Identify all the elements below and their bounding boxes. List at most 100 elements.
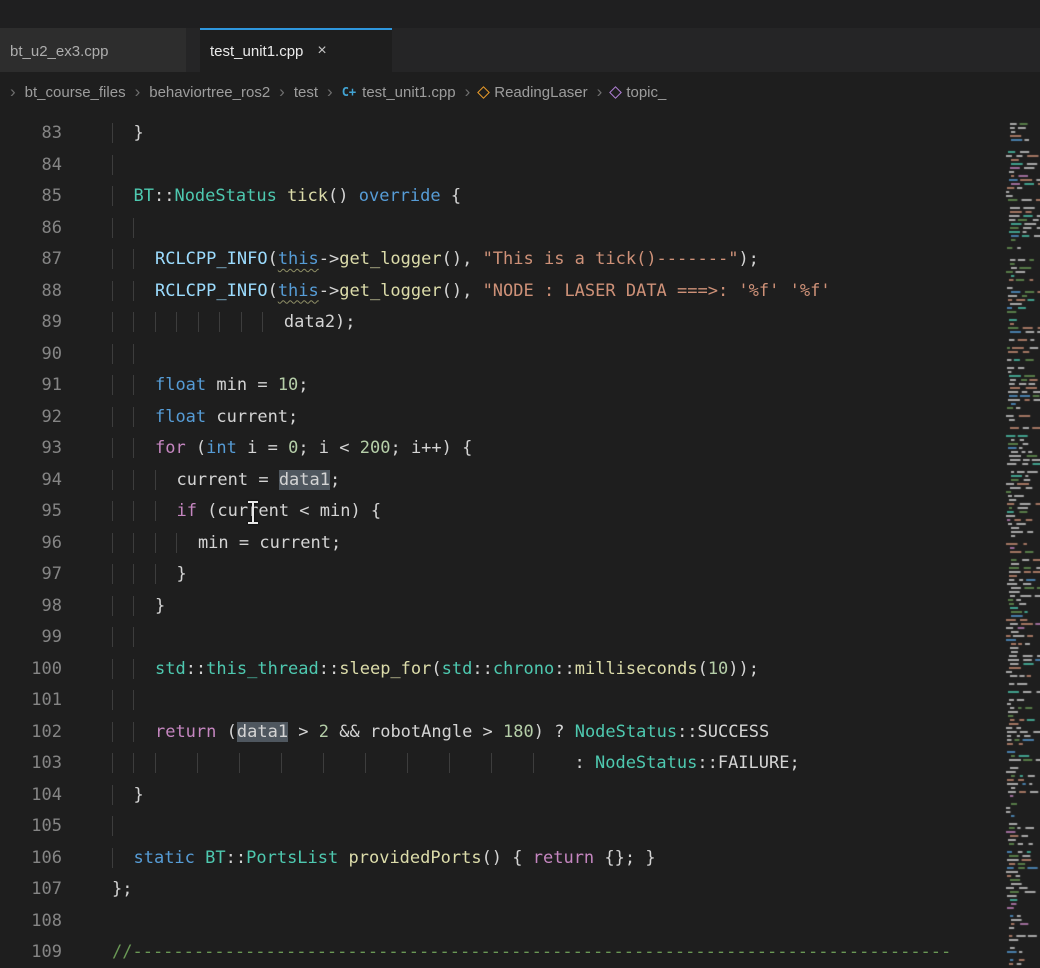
line-number: 109: [0, 937, 62, 968]
code-text: current = data1;: [112, 465, 340, 497]
line-number: 100: [0, 654, 62, 686]
code-text: std::this_thread::sleep_for(std::chrono:…: [112, 654, 759, 686]
line-number: 88: [0, 276, 62, 308]
code-text: [112, 622, 155, 654]
line-number: 86: [0, 213, 62, 245]
breadcrumb: › bt_course_files › behaviortree_ros2 › test ›…: [0, 72, 1040, 112]
code-text: [112, 213, 155, 245]
code-text: }: [112, 118, 144, 150]
code-line-97[interactable]: 97 }: [0, 559, 1040, 591]
code-text: [112, 339, 155, 371]
breadcrumb-item-test[interactable]: test: [294, 84, 318, 101]
chevron-right-icon: ›: [279, 82, 285, 102]
code-line-85[interactable]: 85 BT::NodeStatus tick() override {: [0, 181, 1040, 213]
breadcrumb-item-topic-[interactable]: topic_: [611, 84, 666, 101]
code-line-105[interactable]: 105: [0, 811, 1040, 843]
line-number: 105: [0, 811, 62, 843]
breadcrumb-label: bt_course_files: [25, 84, 126, 101]
line-number: 97: [0, 559, 62, 591]
line-number: 83: [0, 118, 62, 150]
code-line-83[interactable]: 83 }: [0, 118, 1040, 150]
code-line-94[interactable]: 94 current = data1;: [0, 465, 1040, 497]
line-number: 103: [0, 748, 62, 780]
tab-test_unit1.cpp[interactable]: test_unit1.cpp ×: [200, 28, 392, 72]
code-line-103[interactable]: 103 : NodeStatus::FAILURE;: [0, 748, 1040, 780]
code-line-98[interactable]: 98 }: [0, 591, 1040, 623]
tab-bt_u2_ex3.cpp[interactable]: bt_u2_ex3.cpp: [0, 28, 186, 72]
breadcrumb-label: topic_: [626, 84, 666, 101]
chevron-right-icon: ›: [10, 82, 16, 102]
minimap[interactable]: [1005, 112, 1040, 968]
code-text: [112, 811, 133, 843]
line-number: 90: [0, 339, 62, 371]
breadcrumb-item-test-unit1-cpp[interactable]: C+ test_unit1.cpp: [342, 84, 456, 101]
code-text: //--------------------------------------…: [112, 937, 951, 968]
line-number: 106: [0, 843, 62, 875]
breadcrumb-label: test: [294, 84, 318, 101]
code-line-96[interactable]: 96 min = current;: [0, 528, 1040, 560]
line-number: 94: [0, 465, 62, 497]
code-text: min = current;: [112, 528, 341, 560]
code-line-91[interactable]: 91 float min = 10;: [0, 370, 1040, 402]
chevron-right-icon: ›: [597, 82, 603, 102]
code-line-102[interactable]: 102 return (data1 > 2 && robotAngle > 18…: [0, 717, 1040, 749]
code-text: : NodeStatus::FAILURE;: [112, 748, 800, 780]
code-editor[interactable]: 83 }84 85 BT::NodeStatus tick() override…: [0, 112, 1040, 968]
code-line-89[interactable]: 89 data2);: [0, 307, 1040, 339]
line-number: 98: [0, 591, 62, 623]
ibeam-pointer: [246, 500, 260, 526]
tab-bar: bt_u2_ex3.cpp test_unit1.cpp ×: [0, 28, 1040, 72]
cpp-file-icon: C+: [342, 85, 356, 99]
breadcrumb-item-bt-course-files[interactable]: bt_course_files: [25, 84, 126, 101]
line-number: 84: [0, 150, 62, 182]
code-line-90[interactable]: 90: [0, 339, 1040, 371]
breadcrumb-label: behaviortree_ros2: [149, 84, 270, 101]
code-line-104[interactable]: 104 }: [0, 780, 1040, 812]
line-number: 108: [0, 906, 62, 938]
code-line-107[interactable]: 107};: [0, 874, 1040, 906]
line-number: 89: [0, 307, 62, 339]
code-text: float min = 10;: [112, 370, 309, 402]
code-line-86[interactable]: 86: [0, 213, 1040, 245]
line-number: 99: [0, 622, 62, 654]
code-text: }: [112, 591, 165, 623]
code-text: RCLCPP_INFO(this->get_logger(), "NODE : …: [112, 276, 831, 308]
tab-close-icon[interactable]: ×: [315, 42, 328, 60]
tab-label: test_unit1.cpp: [210, 43, 303, 60]
line-number: 92: [0, 402, 62, 434]
code-line-106[interactable]: 106 static BT::PortsList providedPorts()…: [0, 843, 1040, 875]
code-text: };: [112, 874, 132, 906]
code-line-108[interactable]: 108: [0, 906, 1040, 938]
code-text: }: [112, 780, 144, 812]
code-text: [112, 685, 155, 717]
code-text: data2);: [112, 307, 356, 339]
code-line-109[interactable]: 109 //-----------------------------------…: [0, 937, 1040, 968]
line-number: 95: [0, 496, 62, 528]
line-number: 96: [0, 528, 62, 560]
code-line-95[interactable]: 95 if (current < min) {: [0, 496, 1040, 528]
chevron-right-icon: ›: [327, 82, 333, 102]
code-text: static BT::PortsList providedPorts() { r…: [112, 843, 656, 875]
chevron-right-icon: ›: [135, 82, 141, 102]
code-line-101[interactable]: 101: [0, 685, 1040, 717]
code-line-100[interactable]: 100 std::this_thread::sleep_for(std::chr…: [0, 654, 1040, 686]
code-line-92[interactable]: 92 float current;: [0, 402, 1040, 434]
tab-label: bt_u2_ex3.cpp: [10, 43, 108, 60]
class-symbol-icon: [477, 86, 490, 99]
chevron-right-icon: ›: [465, 82, 471, 102]
code-text: BT::NodeStatus tick() override {: [112, 181, 461, 213]
line-number: 87: [0, 244, 62, 276]
title-bar: [0, 0, 1040, 28]
code-line-93[interactable]: 93 for (int i = 0; i < 200; i++) {: [0, 433, 1040, 465]
breadcrumb-label: test_unit1.cpp: [362, 84, 455, 101]
line-number: 104: [0, 780, 62, 812]
breadcrumb-item-ReadingLaser[interactable]: ReadingLaser: [479, 84, 587, 101]
code-text: float current;: [112, 402, 298, 434]
code-line-87[interactable]: 87 RCLCPP_INFO(this->get_logger(), "This…: [0, 244, 1040, 276]
breadcrumb-item-behaviortree-ros2[interactable]: behaviortree_ros2: [149, 84, 270, 101]
code-line-84[interactable]: 84: [0, 150, 1040, 182]
line-number: 107: [0, 874, 62, 906]
code-line-99[interactable]: 99: [0, 622, 1040, 654]
line-number: 102: [0, 717, 62, 749]
code-line-88[interactable]: 88 RCLCPP_INFO(this->get_logger(), "NODE…: [0, 276, 1040, 308]
